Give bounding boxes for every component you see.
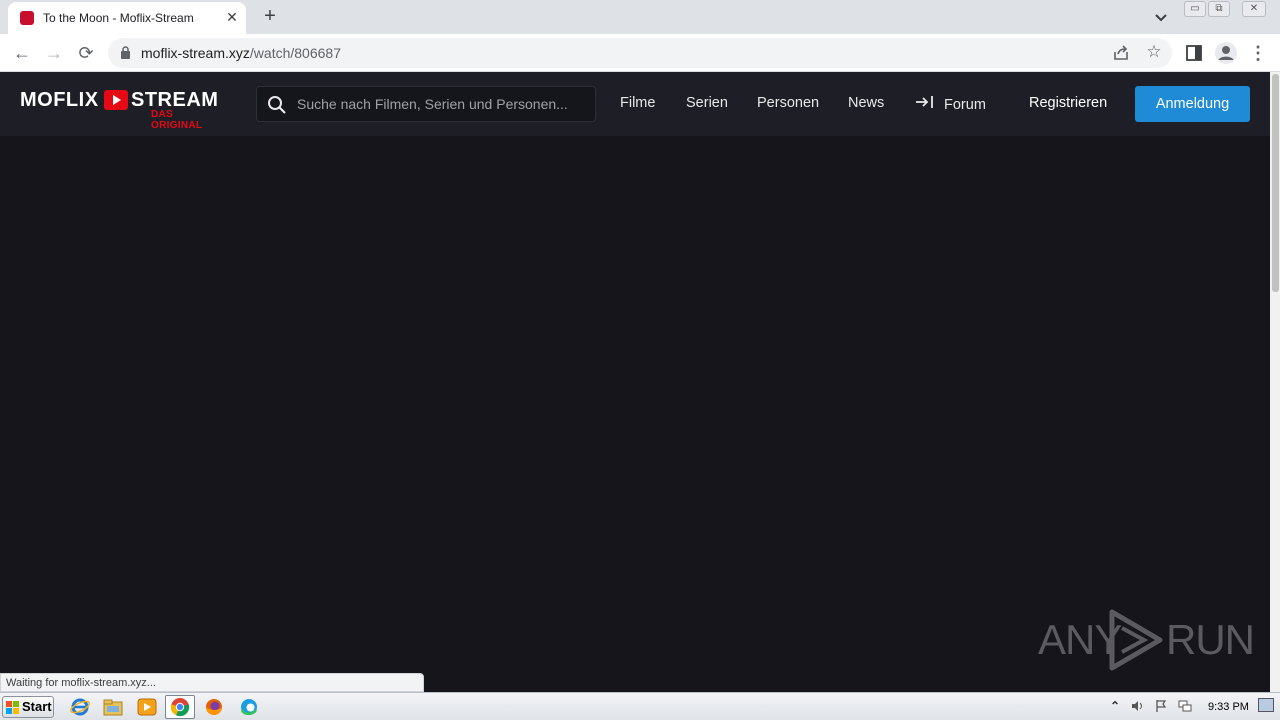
lock-icon[interactable]: [120, 46, 131, 59]
back-arrow-icon[interactable]: ←: [10, 41, 34, 65]
url-host: moflix-stream.xyz: [141, 45, 250, 61]
volume-icon[interactable]: [1130, 699, 1144, 713]
ie-icon[interactable]: [69, 697, 91, 717]
reload-icon[interactable]: ⟳: [74, 41, 98, 65]
url-path: /watch/806687: [249, 45, 341, 61]
browser-tabstrip: To the Moon - Moflix-Stream ✕ + ▭ ⧉ ✕: [0, 0, 1280, 34]
nav-link-news[interactable]: News: [848, 95, 884, 111]
system-tray: ⌃: [1106, 696, 1198, 718]
address-bar[interactable]: moflix-stream.xyz/watch/806687 ☆: [108, 38, 1172, 68]
media-player-icon[interactable]: [136, 697, 158, 717]
logo-play-icon: [104, 90, 128, 110]
browser-toolbar: ← → ⟳ moflix-stream.xyz/watch/806687 ☆ ⋮: [0, 34, 1280, 72]
chrome-icon: [170, 698, 190, 717]
moflix-logo[interactable]: MOFLIX STREAM DAS ORIGINAL: [20, 89, 222, 131]
nav-link-filme[interactable]: Filme: [620, 95, 655, 111]
start-button[interactable]: Start: [2, 696, 54, 718]
tab-title: To the Moon - Moflix-Stream: [43, 11, 194, 25]
firefox-icon[interactable]: [203, 697, 225, 717]
url-text[interactable]: moflix-stream.xyz/watch/806687: [141, 45, 341, 61]
start-label: Start: [22, 699, 52, 714]
site-header: MOFLIX STREAM DAS ORIGINAL Filme Serien …: [0, 72, 1270, 136]
taskbar-clock[interactable]: 9:33 PM: [1208, 701, 1249, 713]
nav-forum-label: Forum: [944, 97, 986, 113]
browser-status-bubble: Waiting for moflix-stream.xyz...: [0, 673, 424, 692]
profile-avatar-icon[interactable]: [1214, 41, 1238, 65]
watermark-play-icon: [1109, 609, 1163, 671]
nav-link-personen[interactable]: Personen: [757, 95, 819, 111]
chrome-taskbar-button[interactable]: [165, 695, 195, 719]
site-search: [256, 86, 596, 122]
logo-word-moflix: MOFLIX: [20, 89, 99, 111]
scrollbar-thumb[interactable]: [1272, 74, 1279, 292]
register-link[interactable]: Registrieren: [1029, 95, 1107, 111]
forward-arrow-icon[interactable]: →: [42, 41, 66, 65]
sign-in-icon: [916, 96, 933, 108]
windows-flag-icon: [6, 701, 19, 714]
watermark-run: RUN: [1166, 616, 1255, 663]
moflix-favicon-icon: [20, 11, 34, 25]
share-icon[interactable]: [1112, 44, 1130, 62]
anyrun-watermark: ANY RUN: [1038, 608, 1255, 672]
bookmark-star-icon[interactable]: ☆: [1144, 42, 1164, 62]
nav-link-forum[interactable]: Forum: [915, 95, 986, 113]
page-scrollbar[interactable]: [1270, 72, 1280, 692]
window-close-button[interactable]: ✕: [1242, 1, 1266, 17]
search-input[interactable]: [297, 88, 589, 120]
windows-taskbar: Start ⌃ 9:33 PM: [0, 692, 1280, 720]
show-desktop-icon[interactable]: [1258, 698, 1274, 712]
window-minimize-button[interactable]: ▭: [1184, 1, 1206, 17]
search-icon[interactable]: [267, 95, 287, 115]
login-button[interactable]: Anmeldung: [1135, 86, 1250, 122]
new-tab-button[interactable]: +: [258, 5, 282, 29]
explorer-icon[interactable]: [102, 697, 124, 717]
tab-close-icon[interactable]: ✕: [222, 7, 242, 27]
tab-search-chevron-icon[interactable]: [1150, 6, 1172, 28]
browser-menu-icon[interactable]: ⋮: [1246, 41, 1270, 65]
action-center-flag-icon[interactable]: [1154, 699, 1168, 713]
window-maximize-button[interactable]: ⧉: [1208, 1, 1230, 17]
network-icon[interactable]: [1178, 699, 1192, 713]
edge-icon[interactable]: [238, 697, 260, 717]
logo-tagline: DAS ORIGINAL: [151, 109, 203, 131]
side-panel-icon[interactable]: [1185, 44, 1203, 62]
nav-link-serien[interactable]: Serien: [686, 95, 728, 111]
tray-overflow-icon[interactable]: ⌃: [1108, 699, 1122, 713]
browser-tab[interactable]: To the Moon - Moflix-Stream ✕: [8, 2, 246, 34]
